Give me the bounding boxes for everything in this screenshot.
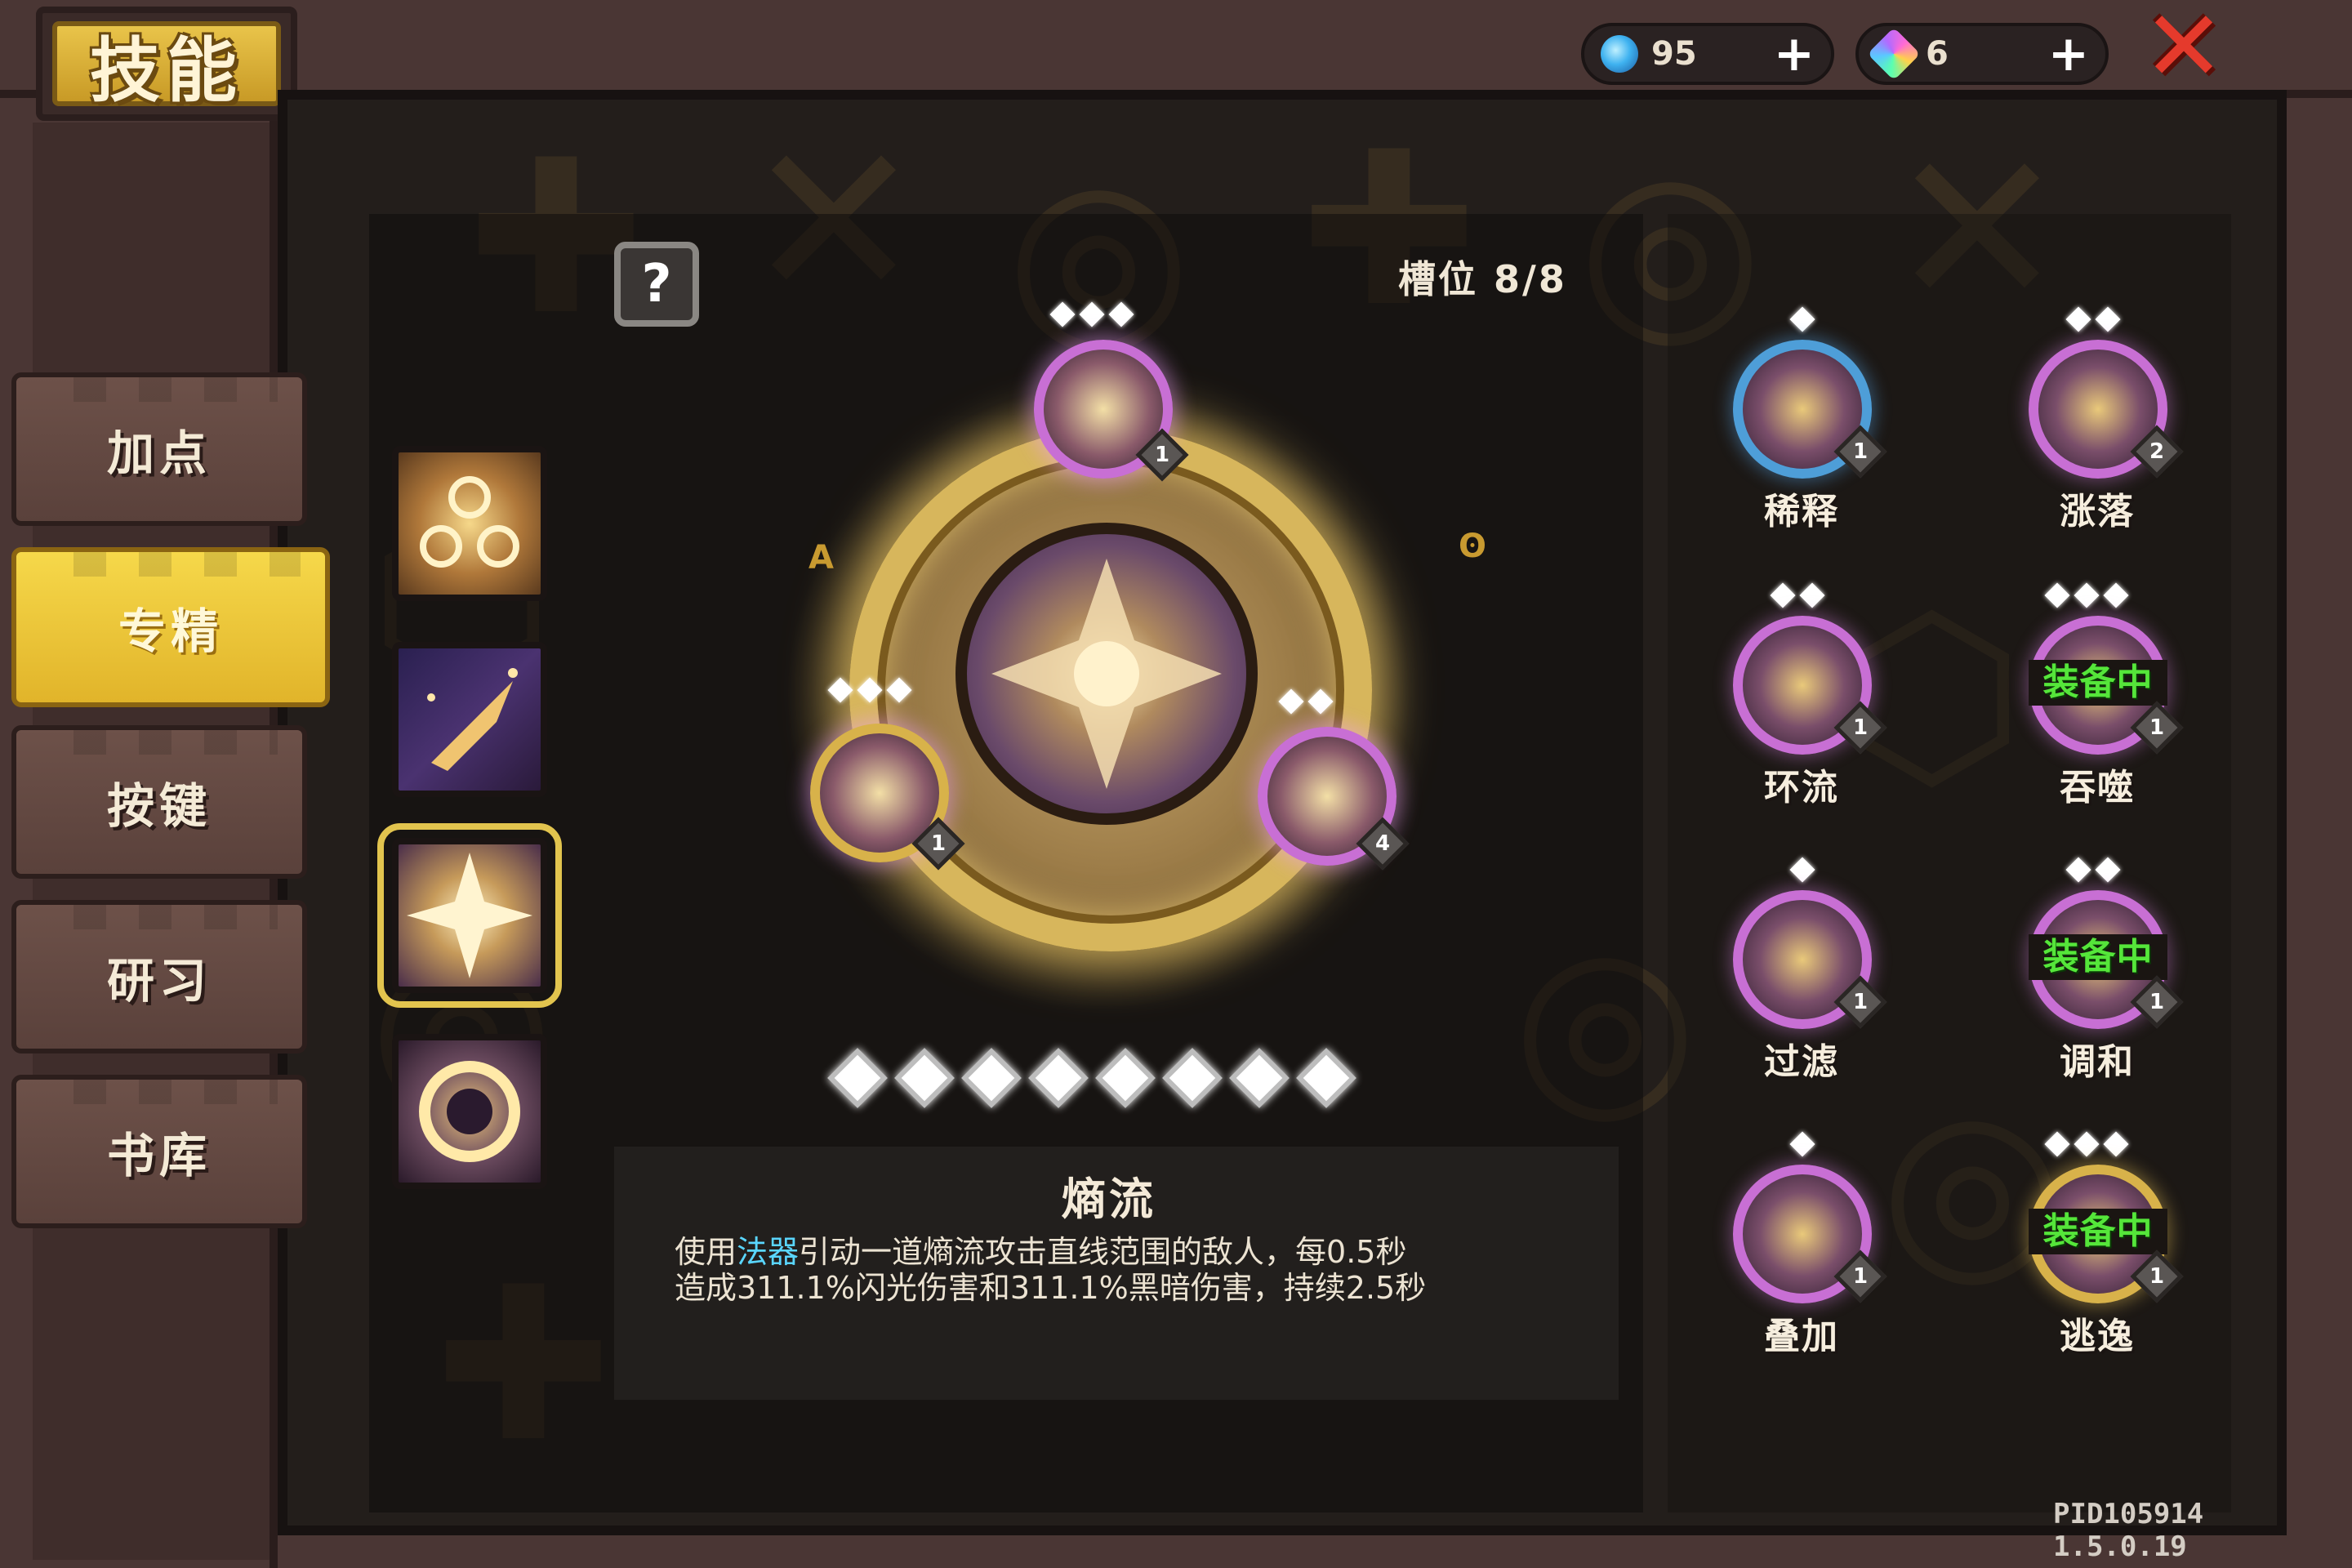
skill-name: 过滤 bbox=[1764, 1041, 1839, 1083]
add-gems-button[interactable]: + bbox=[1774, 29, 1815, 78]
skill-name: 环流 bbox=[1764, 767, 1839, 808]
skill-name: 调和 bbox=[2060, 1041, 2135, 1083]
skill-name: 稀释 bbox=[1764, 491, 1839, 532]
skill-stars bbox=[1789, 857, 1815, 883]
tab-label: 加点 bbox=[106, 425, 212, 481]
tab-label: 按键 bbox=[106, 778, 212, 834]
close-x-icon: ✕ bbox=[2142, 0, 2225, 104]
skill-thumb-vortex[interactable] bbox=[392, 1034, 547, 1189]
title-banner: 技能 bbox=[52, 21, 281, 112]
title-plate: 技能 bbox=[36, 7, 297, 121]
crystals-count: 6 bbox=[1926, 35, 1949, 73]
skill-thumb-entropy[interactable] bbox=[377, 823, 562, 1008]
tab-study[interactable]: 研习 bbox=[11, 900, 307, 1054]
tab-label: 专精 bbox=[118, 604, 223, 659]
equipped-badge: 装备中 bbox=[2029, 934, 2167, 980]
skill-stars bbox=[1789, 1131, 1815, 1157]
slot-diamond-icon bbox=[827, 1048, 888, 1108]
slash-icon bbox=[427, 668, 518, 771]
rune-a-icon: A bbox=[808, 539, 834, 577]
skill-name: 涨落 bbox=[2060, 491, 2135, 532]
tab-keybinds[interactable]: 按键 bbox=[11, 725, 307, 879]
rune-q-icon: ʘ bbox=[1459, 528, 1487, 565]
tab-label: 书库 bbox=[106, 1128, 212, 1183]
add-crystals-button[interactable]: + bbox=[2048, 29, 2089, 78]
skill-name: 吞噬 bbox=[2060, 767, 2135, 808]
slot-diamond-icon bbox=[1229, 1048, 1290, 1108]
core-skill-orb[interactable] bbox=[956, 523, 1258, 825]
currency-crystals: 6 + bbox=[1855, 23, 2109, 85]
question-icon: ? bbox=[641, 254, 672, 314]
skill-thumb-rings[interactable] bbox=[392, 446, 547, 601]
slot-diamond-icon bbox=[894, 1048, 955, 1108]
tab-specialization[interactable]: 专精 bbox=[11, 547, 330, 707]
skill-thumb-slash[interactable] bbox=[392, 642, 547, 797]
page-title: 技能 bbox=[90, 29, 243, 112]
description-line-2: 造成311.1%闪光伤害和311.1%黑暗伤害，持续2.5秒 bbox=[675, 1270, 1427, 1306]
skill-name: 叠加 bbox=[1764, 1316, 1839, 1357]
help-button[interactable]: ? bbox=[614, 242, 699, 327]
slot-diamond-icon bbox=[1162, 1048, 1223, 1108]
currency-gems: 95 + bbox=[1581, 23, 1834, 85]
skill-stars bbox=[2044, 1131, 2129, 1157]
entropy-core-icon bbox=[991, 559, 1222, 789]
equipped-badge: 装备中 bbox=[2029, 660, 2167, 706]
tab-library[interactable]: 书库 bbox=[11, 1075, 307, 1228]
star-burst-icon bbox=[407, 853, 532, 978]
equipped-badge: 装备中 bbox=[2029, 1209, 2167, 1254]
slot-counter: 槽位 8/8 bbox=[1398, 257, 1567, 301]
version-label: PID105914 1.5.0.19 bbox=[2053, 1498, 2204, 1563]
skill-title: 熵流 bbox=[1062, 1174, 1156, 1225]
skill-stars bbox=[1789, 306, 1815, 332]
gems-count: 95 bbox=[1651, 35, 1697, 73]
close-button[interactable]: ✕ bbox=[2140, 0, 2228, 96]
orb-right-stars bbox=[1278, 688, 1334, 715]
tab-add-points[interactable]: 加点 bbox=[11, 372, 307, 526]
bottom-frame bbox=[278, 1535, 2352, 1568]
slot-diamonds bbox=[827, 1048, 1356, 1108]
skill-stars bbox=[2065, 306, 2121, 332]
skill-name: 逃逸 bbox=[2060, 1316, 2135, 1357]
triple-ring-icon bbox=[420, 476, 519, 568]
orb-top-stars bbox=[1049, 301, 1134, 327]
slot-diamond-icon bbox=[961, 1048, 1022, 1108]
orb-left-stars bbox=[827, 677, 912, 703]
vortex-icon bbox=[419, 1061, 520, 1162]
tab-label: 研习 bbox=[106, 953, 212, 1009]
skill-stars bbox=[2065, 857, 2121, 883]
slot-diamond-icon bbox=[1028, 1048, 1089, 1108]
slot-diamond-icon bbox=[1296, 1048, 1356, 1108]
skill-stars bbox=[2044, 582, 2129, 608]
slot-diamond-icon bbox=[1095, 1048, 1156, 1108]
blue-gem-icon bbox=[1601, 35, 1638, 73]
prism-crystal-icon bbox=[1867, 27, 1921, 81]
right-frame bbox=[2287, 98, 2352, 1568]
skill-stars bbox=[1770, 582, 1825, 608]
